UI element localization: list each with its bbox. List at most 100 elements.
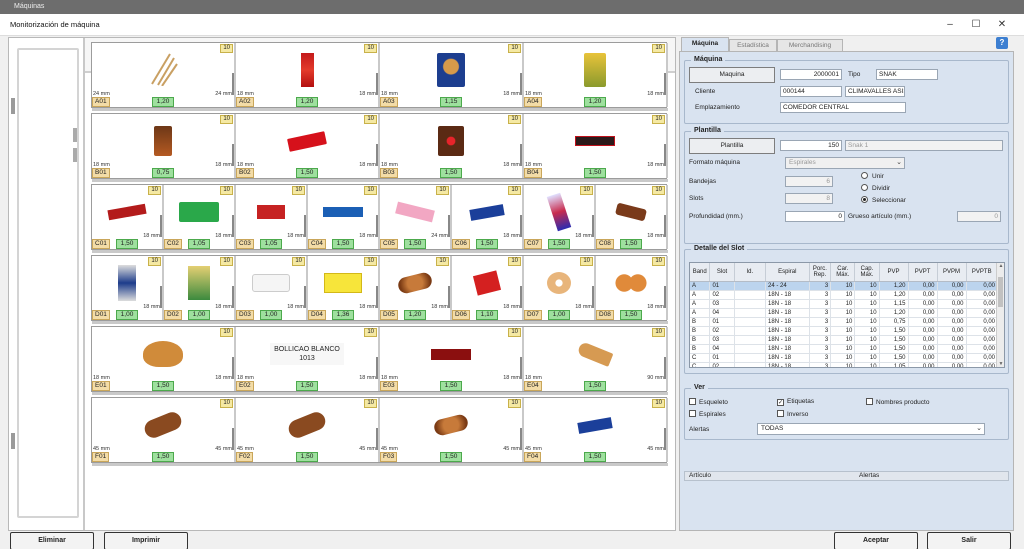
maquina-button[interactable]: Maquina bbox=[689, 67, 775, 83]
machine-slot[interactable]: 10 18 mm C07 1,50 bbox=[524, 185, 596, 249]
checkbox-esqueleto[interactable]: Esqueleto bbox=[689, 398, 728, 406]
table-row[interactable]: B 03 18N - 18 3 10 10 1,50 0,00 0,00 0,00 bbox=[690, 335, 998, 345]
slot-code-label: B01 bbox=[92, 168, 110, 178]
checkbox-etiquetas[interactable]: ✓ Etiquetas bbox=[777, 398, 814, 406]
cliente-name-field[interactable]: CLIMAVALLES ASISTE bbox=[845, 86, 905, 97]
machine-slot[interactable]: 10 18 mm D02 1,00 bbox=[164, 256, 236, 320]
machine-slot[interactable]: 10 18 mm C06 1,50 bbox=[452, 185, 524, 249]
tab-maquina[interactable]: Máquina bbox=[681, 37, 729, 51]
radio-unir[interactable]: Unir bbox=[861, 172, 884, 180]
machine-slot[interactable]: 10 18 mm 18 mm B01 0,75 bbox=[92, 114, 236, 178]
machine-slot[interactable]: 10 18 mm 18 mm A04 1,20 bbox=[524, 43, 668, 107]
machine-slot[interactable]: 10 18 mm D07 1,00 bbox=[524, 256, 596, 320]
grid-column-header[interactable]: Car. Máx. bbox=[830, 263, 856, 282]
table-row[interactable]: B 02 18N - 18 3 10 10 1,50 0,00 0,00 0,00 bbox=[690, 326, 998, 336]
grid-column-header[interactable]: Cap. Máx. bbox=[854, 263, 880, 282]
table-row[interactable]: C 01 18N - 18 3 10 10 1,50 0,00 0,00 0,00 bbox=[690, 353, 998, 363]
radio-dividir[interactable]: Dividir bbox=[861, 184, 890, 192]
checkbox-inverso[interactable]: Inverso bbox=[777, 410, 808, 418]
cliente-code-field[interactable]: 000144 bbox=[780, 86, 842, 97]
maquina-code-field[interactable]: 2000001 bbox=[780, 69, 842, 80]
table-row[interactable]: A 02 18N - 18 3 10 10 1,20 0,00 0,00 0,00 bbox=[690, 290, 998, 300]
tab-estadistica[interactable]: Estadística bbox=[729, 39, 777, 51]
eliminar-button[interactable]: Eliminar bbox=[10, 532, 94, 549]
machine-slot[interactable]: 10 BOLLICAO BLANCO 1013 18 mm 18 mm E02 1,50 bbox=[236, 327, 380, 391]
profundidad-label: Profundidad (mm.) bbox=[689, 213, 743, 220]
slot-detail-grid[interactable]: Band Slot Id. Espiral Porc. Rep. Car. Máx. Cap… bbox=[689, 262, 1005, 368]
grid-cell: 10 bbox=[830, 317, 856, 327]
table-row[interactable]: C 02 18N - 18 3 10 10 1,05 0,00 0,00 0,00 bbox=[690, 362, 998, 367]
spiral-size-right: 18 mm bbox=[647, 91, 664, 97]
table-row[interactable]: B 01 18N - 18 3 10 10 0,75 0,00 0,00 0,00 bbox=[690, 317, 998, 327]
machine-slot[interactable]: 10 18 mm 18 mm A03 1,15 bbox=[380, 43, 524, 107]
chips-bag-image bbox=[584, 53, 606, 87]
machine-slot[interactable]: 10 18 mm C01 1,50 bbox=[92, 185, 164, 249]
machine-slot[interactable]: 10 24 mm 24 mm A01 1,20 bbox=[92, 43, 236, 107]
scrollbar-thumb[interactable] bbox=[998, 277, 1003, 307]
machine-slot[interactable]: 10 45 mm 45 mm F03 1,50 bbox=[380, 398, 524, 462]
plantilla-button[interactable]: Plantilla bbox=[689, 138, 775, 154]
machine-slot[interactable]: 10 18 mm C03 1,05 bbox=[236, 185, 308, 249]
machine-slot[interactable]: 10 18 mm C08 1,50 bbox=[596, 185, 668, 249]
grid-cell: 0,00 bbox=[966, 344, 998, 354]
machine-slot[interactable]: 10 18 mm 18 mm B03 1,50 bbox=[380, 114, 524, 178]
machine-slot[interactable]: 10 18 mm D04 1,36 bbox=[308, 256, 380, 320]
profundidad-field[interactable]: 0 bbox=[785, 211, 845, 222]
machine-slot[interactable]: 10 18 mm D05 1,20 bbox=[380, 256, 452, 320]
grid-column-header[interactable]: PVPM bbox=[937, 263, 967, 282]
grid-column-header[interactable]: Band bbox=[690, 263, 711, 282]
slot-product bbox=[92, 51, 234, 89]
table-row[interactable]: A 04 18N - 18 3 10 10 1,20 0,00 0,00 0,00 bbox=[690, 308, 998, 318]
radio-seleccionar[interactable]: Seleccionar bbox=[861, 196, 906, 204]
minimize-button[interactable]: – bbox=[940, 17, 960, 33]
checkbox-espirales[interactable]: Espirales bbox=[689, 410, 726, 418]
machine-slot[interactable]: 10 18 mm 18 mm E01 1,50 bbox=[92, 327, 236, 391]
machine-slot[interactable]: 10 45 mm 45 mm F01 1,50 bbox=[92, 398, 236, 462]
imprimir-button[interactable]: Imprimir bbox=[104, 532, 188, 549]
machine-slot[interactable]: 10 45 mm 45 mm F04 1,50 bbox=[524, 398, 668, 462]
aceptar-button[interactable]: Aceptar bbox=[834, 532, 918, 549]
help-book-icon[interactable]: ? bbox=[996, 37, 1008, 49]
grid-column-header[interactable]: PVPT bbox=[908, 263, 938, 282]
grid-column-header[interactable]: PVP bbox=[879, 263, 909, 282]
machine-slot[interactable]: 10 18 mm 18 mm E03 1,50 bbox=[380, 327, 524, 391]
machine-slot[interactable]: 10 18 mm 90 mm E04 1,50 bbox=[524, 327, 668, 391]
close-button[interactable]: ✕ bbox=[992, 17, 1012, 33]
table-row[interactable]: B 04 18N - 18 3 10 10 1,50 0,00 0,00 0,00 bbox=[690, 344, 998, 354]
grid-column-header[interactable]: Espiral bbox=[765, 263, 810, 282]
salir-button[interactable]: Salir bbox=[927, 532, 1011, 549]
spiral-size-right: 18 mm bbox=[503, 91, 520, 97]
checkbox-nombres-producto[interactable]: Nombres producto bbox=[866, 398, 929, 406]
machine-slot[interactable]: 10 18 mm C04 1,50 bbox=[308, 185, 380, 249]
machine-slot[interactable]: 10 18 mm D06 1,10 bbox=[452, 256, 524, 320]
grid-column-header[interactable]: Id. bbox=[734, 263, 767, 282]
grid-cell bbox=[734, 290, 767, 300]
machine-slot[interactable]: 10 18 mm D08 1,50 bbox=[596, 256, 668, 320]
emplazamiento-field[interactable]: COMEDOR CENTRAL bbox=[780, 102, 906, 113]
table-row[interactable]: A 01 24 - 24 3 10 10 1,20 0,00 0,00 0,00 bbox=[690, 281, 998, 291]
machine-slot[interactable]: 10 18 mm 18 mm B04 1,50 bbox=[524, 114, 668, 178]
scroll-down-icon[interactable]: ▼ bbox=[997, 361, 1004, 367]
machine-slot[interactable]: 10 18 mm D01 1,00 bbox=[92, 256, 164, 320]
machine-slot[interactable]: 10 18 mm 18 mm A02 1,20 bbox=[236, 43, 380, 107]
plantilla-code-field[interactable]: 150 bbox=[780, 140, 842, 151]
spiral-divider bbox=[160, 286, 162, 308]
table-row[interactable]: A 03 18N - 18 3 10 10 1,15 0,00 0,00 0,00 bbox=[690, 299, 998, 309]
machine-slot[interactable]: 10 45 mm 45 mm F02 1,50 bbox=[236, 398, 380, 462]
grid-cell: 18N - 18 bbox=[765, 299, 810, 309]
grid-column-header[interactable]: Slot bbox=[709, 263, 735, 282]
scroll-up-icon[interactable]: ▲ bbox=[997, 263, 1004, 269]
machine-slot[interactable]: 10 18 mm D03 1,00 bbox=[236, 256, 308, 320]
alertas-select[interactable]: TODAS ⌄ bbox=[757, 423, 985, 435]
product-code-text: 1013 bbox=[299, 355, 315, 362]
tipo-field[interactable]: SNAK bbox=[876, 69, 938, 80]
grid-column-header[interactable]: Porc. Rep. bbox=[809, 263, 832, 282]
maximize-button[interactable]: ☐ bbox=[966, 17, 986, 33]
machine-slot[interactable]: 10 18 mm C02 1,05 bbox=[164, 185, 236, 249]
grid-scrollbar[interactable]: ▲ ▼ bbox=[996, 263, 1004, 367]
tab-merchandising[interactable]: Merchandising bbox=[777, 39, 843, 51]
machine-slot[interactable]: 10 24 mm C05 1,50 bbox=[380, 185, 452, 249]
grid-cell: 1,20 bbox=[879, 308, 909, 318]
machine-slot[interactable]: 10 18 mm 18 mm B02 1,50 bbox=[236, 114, 380, 178]
grid-column-header[interactable]: PVPTB bbox=[966, 263, 998, 282]
